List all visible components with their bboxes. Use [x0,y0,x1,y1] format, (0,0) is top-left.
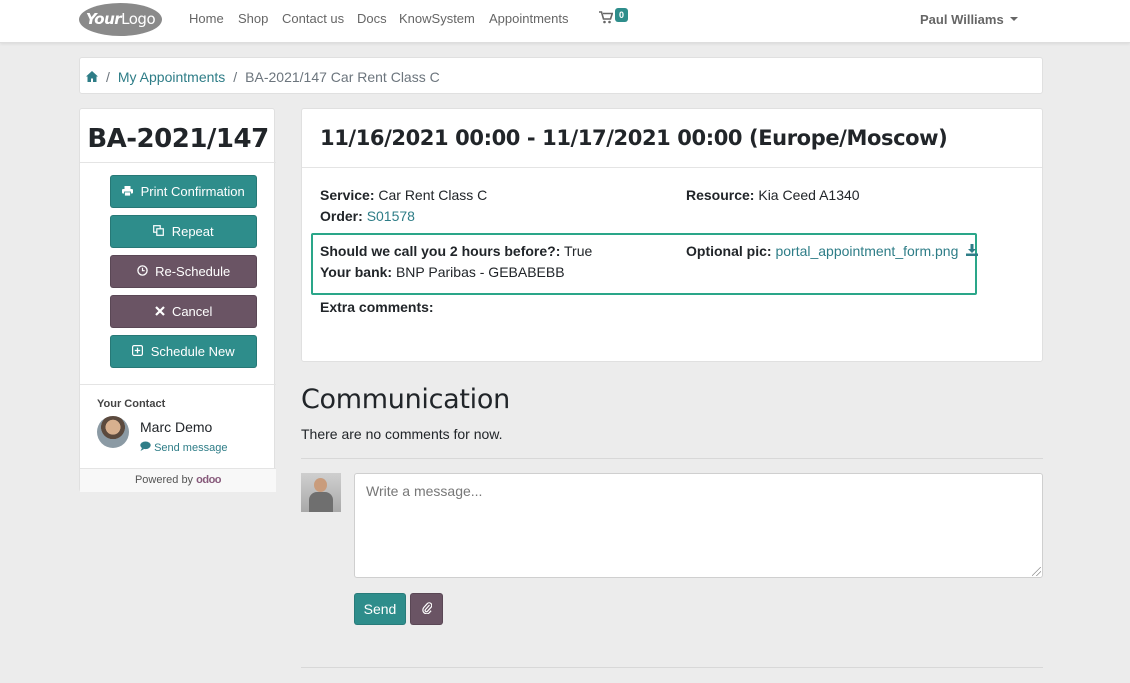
message-input[interactable] [354,473,1043,578]
resource-field: Resource: Kia Ceed A1340 [686,187,860,203]
nav-knowsystem[interactable]: KnowSystem [399,11,475,26]
divider [301,667,1043,668]
divider [301,458,1043,459]
resize-handle[interactable] [1032,567,1041,576]
breadcrumb-my-appointments[interactable]: My Appointments [118,69,225,85]
user-menu-dropdown[interactable]: Paul Williams [920,12,1018,27]
divider [80,162,276,163]
appointment-reference: BA-2021/147 [87,124,269,154]
top-navbar: YourLogo Home Shop Contact us Docs KnowS… [0,0,1130,43]
bank-value: BNP Paribas - GEBABEBB [395,264,565,280]
schedule-new-label: Schedule New [150,344,235,359]
logo-text-bold: Your [85,10,122,28]
odoo-logo[interactable]: odoo [196,474,221,486]
reschedule-button[interactable]: Re-Schedule [110,255,257,288]
contact-avatar [97,416,129,448]
avatar-head [314,478,327,492]
contact-heading: Your Contact [97,398,166,410]
nav-appointments[interactable]: Appointments [489,11,569,26]
call-before-label: Should we call you 2 hours before?: [320,243,561,259]
cart-glyph [599,11,614,24]
breadcrumb-separator: / [233,69,238,85]
download-icon[interactable] [966,244,979,259]
cancel-label: Cancel [171,304,213,319]
nav-contact-us[interactable]: Contact us [282,11,344,26]
breadcrumb-current: BA-2021/147 Car Rent Class C [245,69,440,85]
send-message-label: Send message [154,442,228,454]
plus-square-icon [132,345,146,359]
bank-field: Your bank: BNP Paribas - GEBABEBB [320,264,565,280]
breadcrumb-separator: / [106,69,110,85]
avatar-body [309,492,333,512]
order-link[interactable]: S01578 [367,208,415,224]
site-logo[interactable]: YourLogo [79,3,162,36]
copy-icon [153,225,167,239]
paperclip-icon [421,602,432,615]
comment-icon [140,441,151,451]
appointment-datetime-title: 11/16/2021 00:00 - 11/17/2021 00:00 (Eur… [320,126,948,150]
divider [302,167,1042,168]
repeat-button[interactable]: Repeat [110,215,257,248]
nav-docs[interactable]: Docs [357,11,387,26]
bank-label: Your bank: [320,264,393,280]
communication-heading: Communication [301,384,510,415]
service-value: Car Rent Class C [378,187,488,203]
logo-text-light: Logo [121,10,156,28]
repeat-label: Repeat [171,224,214,239]
service-label: Service: [320,187,375,203]
appointment-sidebar: BA-2021/147 Print Confirmation Repeat Re… [79,108,276,492]
close-icon [154,305,168,319]
call-before-field: Should we call you 2 hours before?: True [320,243,592,259]
optional-pic-link[interactable]: portal_appointment_form.png [775,243,958,259]
send-message-link[interactable]: Send message [140,441,227,454]
order-label: Order: [320,208,363,224]
print-confirmation-button[interactable]: Print Confirmation [110,175,257,208]
breadcrumb: / My Appointments / BA-2021/147 Car Rent Cl… [79,57,1043,94]
appointment-details-card: 11/16/2021 00:00 - 11/17/2021 00:00 (Eur… [301,108,1043,362]
print-confirmation-label: Print Confirmation [140,184,245,199]
nav-home[interactable]: Home [189,11,224,26]
divider [80,384,276,385]
resource-value: Kia Ceed A1340 [758,187,860,203]
powered-by-footer: Powered by odoo [80,468,276,492]
call-before-value: True [564,243,593,259]
cancel-button[interactable]: Cancel [110,295,257,328]
home-icon[interactable] [86,70,98,85]
optional-pic-field: Optional pic: portal_appointment_form.pn… [686,243,979,259]
service-field: Service: Car Rent Class C [320,187,487,203]
chevron-down-icon [1009,17,1018,21]
print-icon [122,185,136,199]
resource-label: Resource: [686,187,755,203]
extra-comments-field: Extra comments: [320,299,434,315]
home-glyph [86,71,98,82]
cart-count-badge: 0 [615,8,629,22]
nav-shop[interactable]: Shop [238,11,268,26]
extra-comments-label: Extra comments: [320,299,434,315]
powered-by-text: Powered by [134,474,194,486]
contact-name: Marc Demo [140,419,213,435]
reschedule-label: Re-Schedule [155,264,231,279]
user-avatar [301,473,341,512]
order-field: Order: S01578 [320,208,415,224]
send-button[interactable]: Send [354,593,406,625]
attachment-button[interactable] [410,593,443,625]
no-comments-text: There are no comments for now. [301,426,503,442]
optional-pic-label: Optional pic: [686,243,772,259]
clock-icon [137,265,151,279]
cart-icon[interactable] [599,11,614,27]
schedule-new-button[interactable]: Schedule New [110,335,257,368]
user-name: Paul Williams [920,12,1004,27]
